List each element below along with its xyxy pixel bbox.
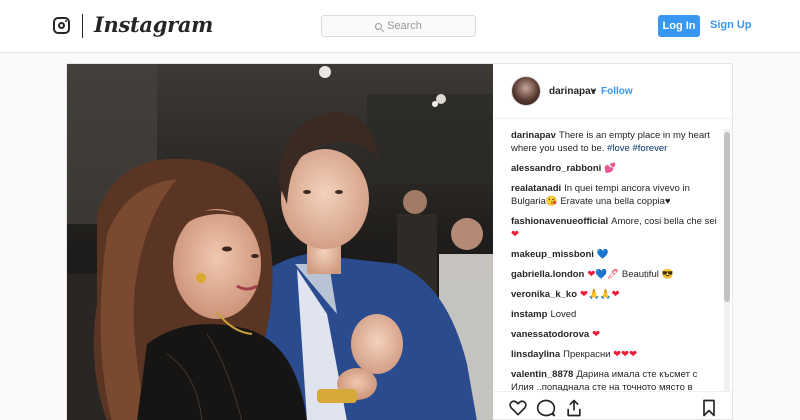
- list-item: fashionavenueofficial Amore, cosi bella c…: [511, 215, 721, 241]
- comment-text: Loved: [550, 309, 577, 320]
- instagram-logo-icon[interactable]: [53, 17, 70, 34]
- comment-emoji-after: 😎: [661, 269, 674, 280]
- post-header: darinapav • Follow: [494, 64, 734, 119]
- comment-username[interactable]: instamp: [511, 309, 547, 320]
- comment-text: Прекрасни: [563, 349, 611, 360]
- comment-emoji: ❤💙🖊: [587, 269, 620, 280]
- comment-username[interactable]: vanessatodorova: [511, 329, 589, 340]
- list-item: alessandro_rabboni 💕: [511, 162, 721, 175]
- comment-emoji: ❤: [511, 229, 519, 240]
- comment-username[interactable]: veronika_k_ko: [511, 289, 577, 300]
- comments-list[interactable]: darinapav There is an empty place in my h…: [511, 129, 721, 391]
- comment-icon[interactable]: [536, 398, 556, 418]
- comment-username[interactable]: realatanadi: [511, 183, 561, 194]
- comments-scrollbar-thumb[interactable]: [724, 132, 730, 302]
- sign-up-link[interactable]: Sign Up: [710, 19, 752, 31]
- comment-emoji: ❤: [592, 329, 601, 340]
- list-item: linsdaylina Прекрасни ❤❤❤: [511, 348, 721, 361]
- list-item: veronika_k_ko ❤🙏🙏❤: [511, 288, 721, 301]
- comment-emoji: ❤🙏🙏❤: [580, 289, 620, 300]
- instagram-wordmark[interactable]: Instagram: [94, 12, 213, 37]
- comment-emoji: 💙: [596, 249, 609, 260]
- comment-emoji: ❤❤❤: [613, 349, 638, 360]
- comment-username[interactable]: alessandro_rabboni: [511, 163, 601, 174]
- comment-text: Beautiful: [621, 269, 659, 280]
- caption: darinapav There is an empty place in my h…: [511, 129, 721, 155]
- post-card: darinapav • Follow darinapav There is an …: [66, 63, 734, 420]
- bookmark-icon[interactable]: [699, 398, 719, 418]
- comment-emoji: 💕: [604, 163, 617, 174]
- caption-username[interactable]: darinapav: [511, 130, 556, 141]
- heart-icon[interactable]: [508, 398, 528, 418]
- top-navbar: Instagram Search Log In Sign Up: [0, 0, 800, 53]
- post-sidebar: darinapav • Follow darinapav There is an …: [494, 64, 734, 420]
- separator-dot: •: [592, 86, 596, 97]
- search-input[interactable]: Search: [321, 15, 476, 37]
- comment-text: Amore, cosi bella che sei: [611, 216, 717, 227]
- avatar[interactable]: [511, 76, 541, 106]
- share-icon[interactable]: [564, 398, 584, 418]
- photo-illustration: [67, 64, 493, 420]
- comment-username[interactable]: linsdaylina: [511, 349, 560, 360]
- list-item: realatanadi In quei tempi ancora vivevo i…: [511, 182, 721, 208]
- list-item: vanessatodorova ❤: [511, 328, 721, 341]
- search-placeholder: Search: [387, 20, 422, 32]
- comment-username[interactable]: valentin_8878: [511, 369, 573, 380]
- hashtag-forever[interactable]: #forever: [632, 143, 667, 154]
- list-item: gabriella.london ❤💙🖊 Beautiful 😎: [511, 268, 721, 281]
- comment-username[interactable]: fashionavenueofficial: [511, 216, 608, 227]
- log-in-button[interactable]: Log In: [658, 15, 700, 37]
- hashtag-love[interactable]: #love: [607, 143, 630, 154]
- post-photo[interactable]: [67, 64, 493, 420]
- list-item: valentin_8878 Дарина имала сте късмет с И…: [511, 368, 721, 391]
- post-author-username[interactable]: darinapav: [549, 86, 596, 97]
- list-item: makeup_missboni 💙: [511, 248, 721, 261]
- comment-username[interactable]: makeup_missboni: [511, 249, 594, 260]
- search-icon: [375, 23, 383, 30]
- logo-divider: [82, 14, 83, 38]
- post-actions-bar: [494, 391, 734, 420]
- follow-button[interactable]: Follow: [601, 86, 633, 97]
- comment-username[interactable]: gabriella.london: [511, 269, 584, 280]
- list-item: instamp Loved: [511, 308, 721, 321]
